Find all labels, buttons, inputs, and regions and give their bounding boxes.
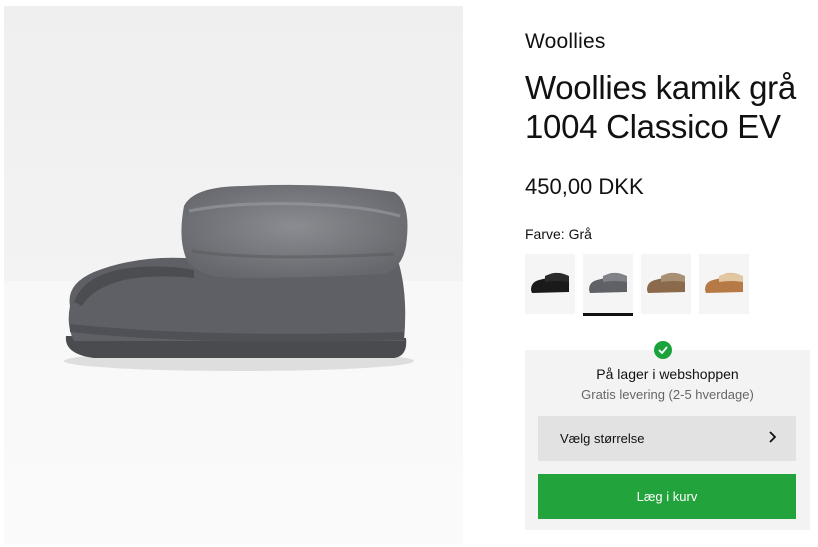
slipper-thumbnail-brown [647, 272, 685, 293]
slipper-thumbnail-grey [589, 272, 627, 293]
swatch-brown[interactable] [641, 254, 691, 314]
slipper-image [64, 184, 414, 371]
check-icon [654, 341, 672, 359]
swatch-chestnut[interactable] [699, 254, 749, 314]
product-title: Woollies kamik grå 1004 Classico EV [525, 69, 796, 145]
color-swatches [525, 254, 749, 316]
size-select-label: Vælg størrelse [560, 431, 645, 446]
swatch-black[interactable] [525, 254, 575, 314]
product-brand[interactable]: Woollies [525, 30, 606, 54]
delivery-info: Gratis levering (2-5 hverdage) [581, 387, 754, 402]
size-select[interactable]: Vælg størrelse [538, 416, 796, 461]
product-image[interactable] [4, 6, 463, 544]
add-to-cart-button[interactable]: Læg i kurv [538, 474, 796, 519]
chevron-right-icon [768, 431, 777, 446]
product-price: 450,00 DKK [525, 174, 644, 199]
stock-panel: På lager i webshoppen Gratis levering (2… [525, 341, 810, 530]
slipper-thumbnail-chestnut [705, 272, 743, 293]
slipper-thumbnail-black [531, 272, 569, 293]
stock-status: På lager i webshoppen [596, 366, 739, 382]
swatch-grey[interactable] [583, 254, 633, 316]
color-label: Farve: Grå [525, 226, 592, 242]
